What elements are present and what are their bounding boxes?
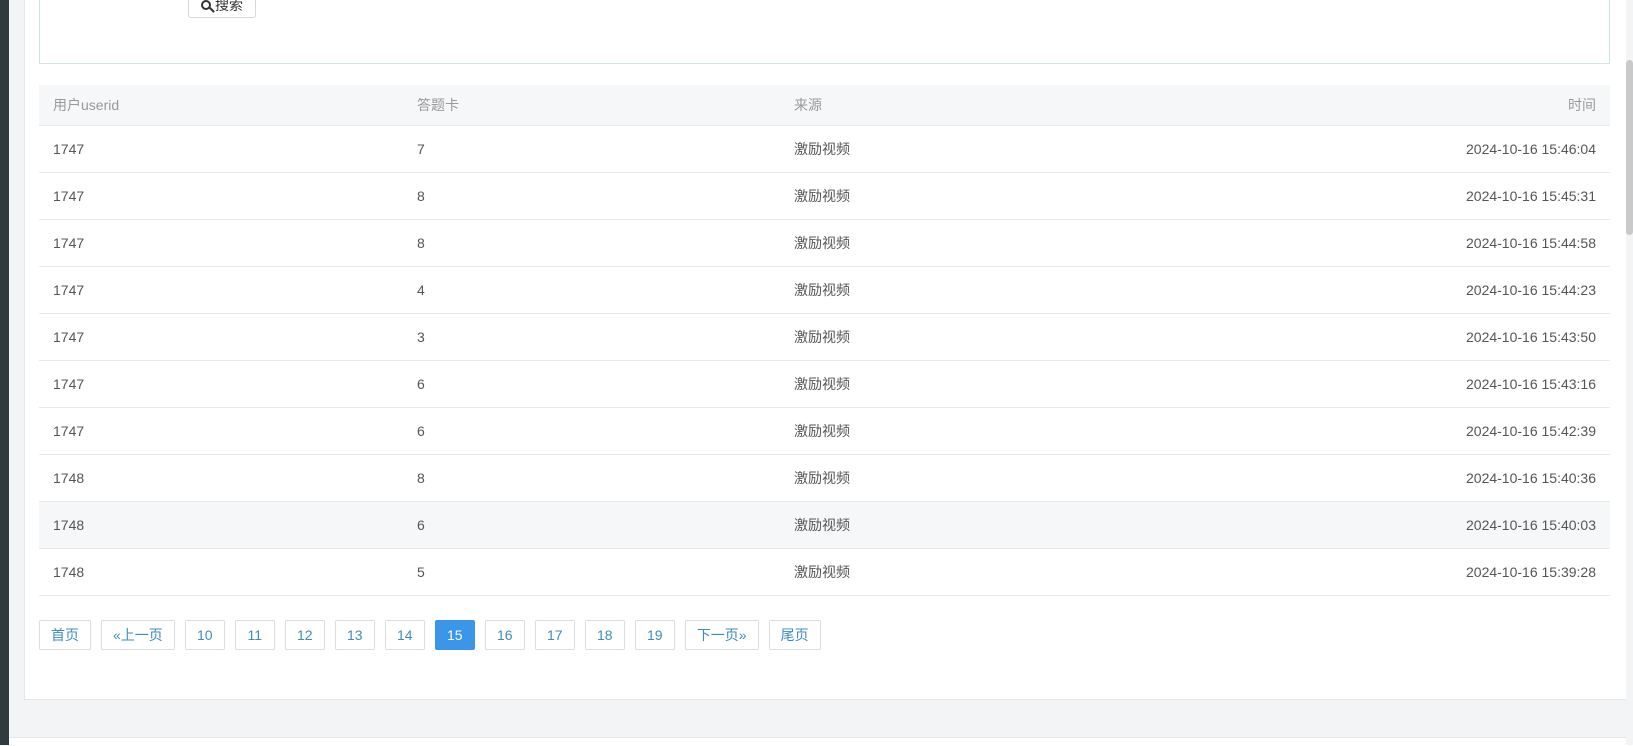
search-panel: 搜索: [39, 0, 1610, 64]
page-number-button[interactable]: 15: [434, 620, 475, 650]
table-row[interactable]: 1748 8 激励视频 2024-10-16 15:40:36: [39, 454, 1610, 502]
last-page-button[interactable]: 尾页: [768, 620, 821, 650]
scrollbar-thumb[interactable]: [1626, 60, 1633, 235]
cell-card: 4: [403, 266, 780, 314]
next-page-button[interactable]: 下一页»: [684, 620, 759, 650]
header-userid[interactable]: 用户userid: [39, 85, 403, 126]
cell-userid: 1747: [39, 313, 403, 361]
page-number-button[interactable]: 19: [634, 620, 675, 650]
cell-card: 3: [403, 313, 780, 361]
cell-time: 2024-10-16 15:44:58: [1180, 219, 1610, 267]
cell-userid: 1748: [39, 501, 403, 549]
cell-card: 6: [403, 501, 780, 549]
page-number-button[interactable]: 12: [284, 620, 325, 650]
header-time[interactable]: 时间: [1180, 85, 1610, 126]
header-source[interactable]: 来源: [780, 85, 1180, 126]
cell-source: 激励视频: [780, 313, 1180, 361]
cell-time: 2024-10-16 15:42:39: [1180, 407, 1610, 455]
cell-userid: 1747: [39, 125, 403, 173]
cell-time: 2024-10-16 15:43:16: [1180, 360, 1610, 408]
cell-source: 激励视频: [780, 501, 1180, 549]
cell-userid: 1747: [39, 266, 403, 314]
cell-card: 8: [403, 219, 780, 267]
search-icon: [201, 0, 211, 10]
page-number-button[interactable]: 18: [584, 620, 625, 650]
cell-source: 激励视频: [780, 360, 1180, 408]
cell-card: 6: [403, 360, 780, 408]
cell-time: 2024-10-16 15:44:23: [1180, 266, 1610, 314]
page-number-button[interactable]: 13: [334, 620, 375, 650]
table-row[interactable]: 1747 7 激励视频 2024-10-16 15:46:04: [39, 125, 1610, 173]
page-number-button[interactable]: 11: [234, 620, 275, 650]
cell-time: 2024-10-16 15:39:28: [1180, 548, 1610, 596]
cell-time: 2024-10-16 15:45:31: [1180, 172, 1610, 220]
cell-userid: 1748: [39, 548, 403, 596]
cell-source: 激励视频: [780, 219, 1180, 267]
table-row[interactable]: 1747 4 激励视频 2024-10-16 15:44:23: [39, 266, 1610, 314]
cell-source: 激励视频: [780, 266, 1180, 314]
cell-time: 2024-10-16 15:40:03: [1180, 501, 1610, 549]
content-card: 搜索 用户userid 答题卡 来源 时间 1747 7 激励视频 2024-10-1…: [24, 0, 1627, 700]
table-row[interactable]: 1748 6 激励视频 2024-10-16 15:40:03: [39, 501, 1610, 549]
cell-card: 5: [403, 548, 780, 596]
table-header-row: 用户userid 答题卡 来源 时间: [39, 85, 1610, 126]
cell-card: 7: [403, 125, 780, 173]
cell-time: 2024-10-16 15:43:50: [1180, 313, 1610, 361]
cell-source: 激励视频: [780, 125, 1180, 173]
table-row[interactable]: 1747 8 激励视频 2024-10-16 15:45:31: [39, 172, 1610, 220]
cell-card: 8: [403, 172, 780, 220]
cell-source: 激励视频: [780, 407, 1180, 455]
cell-userid: 1748: [39, 454, 403, 502]
page-number-button[interactable]: 16: [484, 620, 525, 650]
search-button-label: 搜索: [215, 0, 243, 13]
header-card[interactable]: 答题卡: [403, 85, 780, 126]
table-row[interactable]: 1747 3 激励视频 2024-10-16 15:43:50: [39, 313, 1610, 361]
main-content: 搜索 用户userid 答题卡 来源 时间 1747 7 激励视频 2024-10-1…: [9, 0, 1633, 745]
page-number-button[interactable]: 10: [184, 620, 225, 650]
cell-userid: 1747: [39, 172, 403, 220]
first-page-button[interactable]: 首页: [39, 620, 91, 650]
scrollbar-track[interactable]: [1626, 0, 1633, 745]
records-table: 用户userid 答题卡 来源 时间 1747 7 激励视频 2024-10-16 1…: [39, 85, 1610, 596]
table-row[interactable]: 1747 6 激励视频 2024-10-16 15:42:39: [39, 407, 1610, 455]
pagination: 首页 «上一页 10 11 12 13 14 15 16 17 18 19 下一页» 尾页: [39, 620, 821, 650]
cell-userid: 1747: [39, 407, 403, 455]
cell-source: 激励视频: [780, 454, 1180, 502]
search-button[interactable]: 搜索: [188, 0, 256, 18]
cell-card: 6: [403, 407, 780, 455]
page-number-button[interactable]: 17: [534, 620, 575, 650]
cell-time: 2024-10-16 15:46:04: [1180, 125, 1610, 173]
cell-card: 8: [403, 454, 780, 502]
cell-source: 激励视频: [780, 548, 1180, 596]
left-sidebar-edge: [0, 0, 9, 745]
prev-page-button[interactable]: «上一页: [101, 620, 175, 650]
cell-time: 2024-10-16 15:40:36: [1180, 454, 1610, 502]
table-row[interactable]: 1748 5 激励视频 2024-10-16 15:39:28: [39, 548, 1610, 596]
table-row[interactable]: 1747 6 激励视频 2024-10-16 15:43:16: [39, 360, 1610, 408]
cell-userid: 1747: [39, 219, 403, 267]
cell-userid: 1747: [39, 360, 403, 408]
page-number-button[interactable]: 14: [384, 620, 425, 650]
cell-source: 激励视频: [780, 172, 1180, 220]
table-row[interactable]: 1747 8 激励视频 2024-10-16 15:44:58: [39, 219, 1610, 267]
